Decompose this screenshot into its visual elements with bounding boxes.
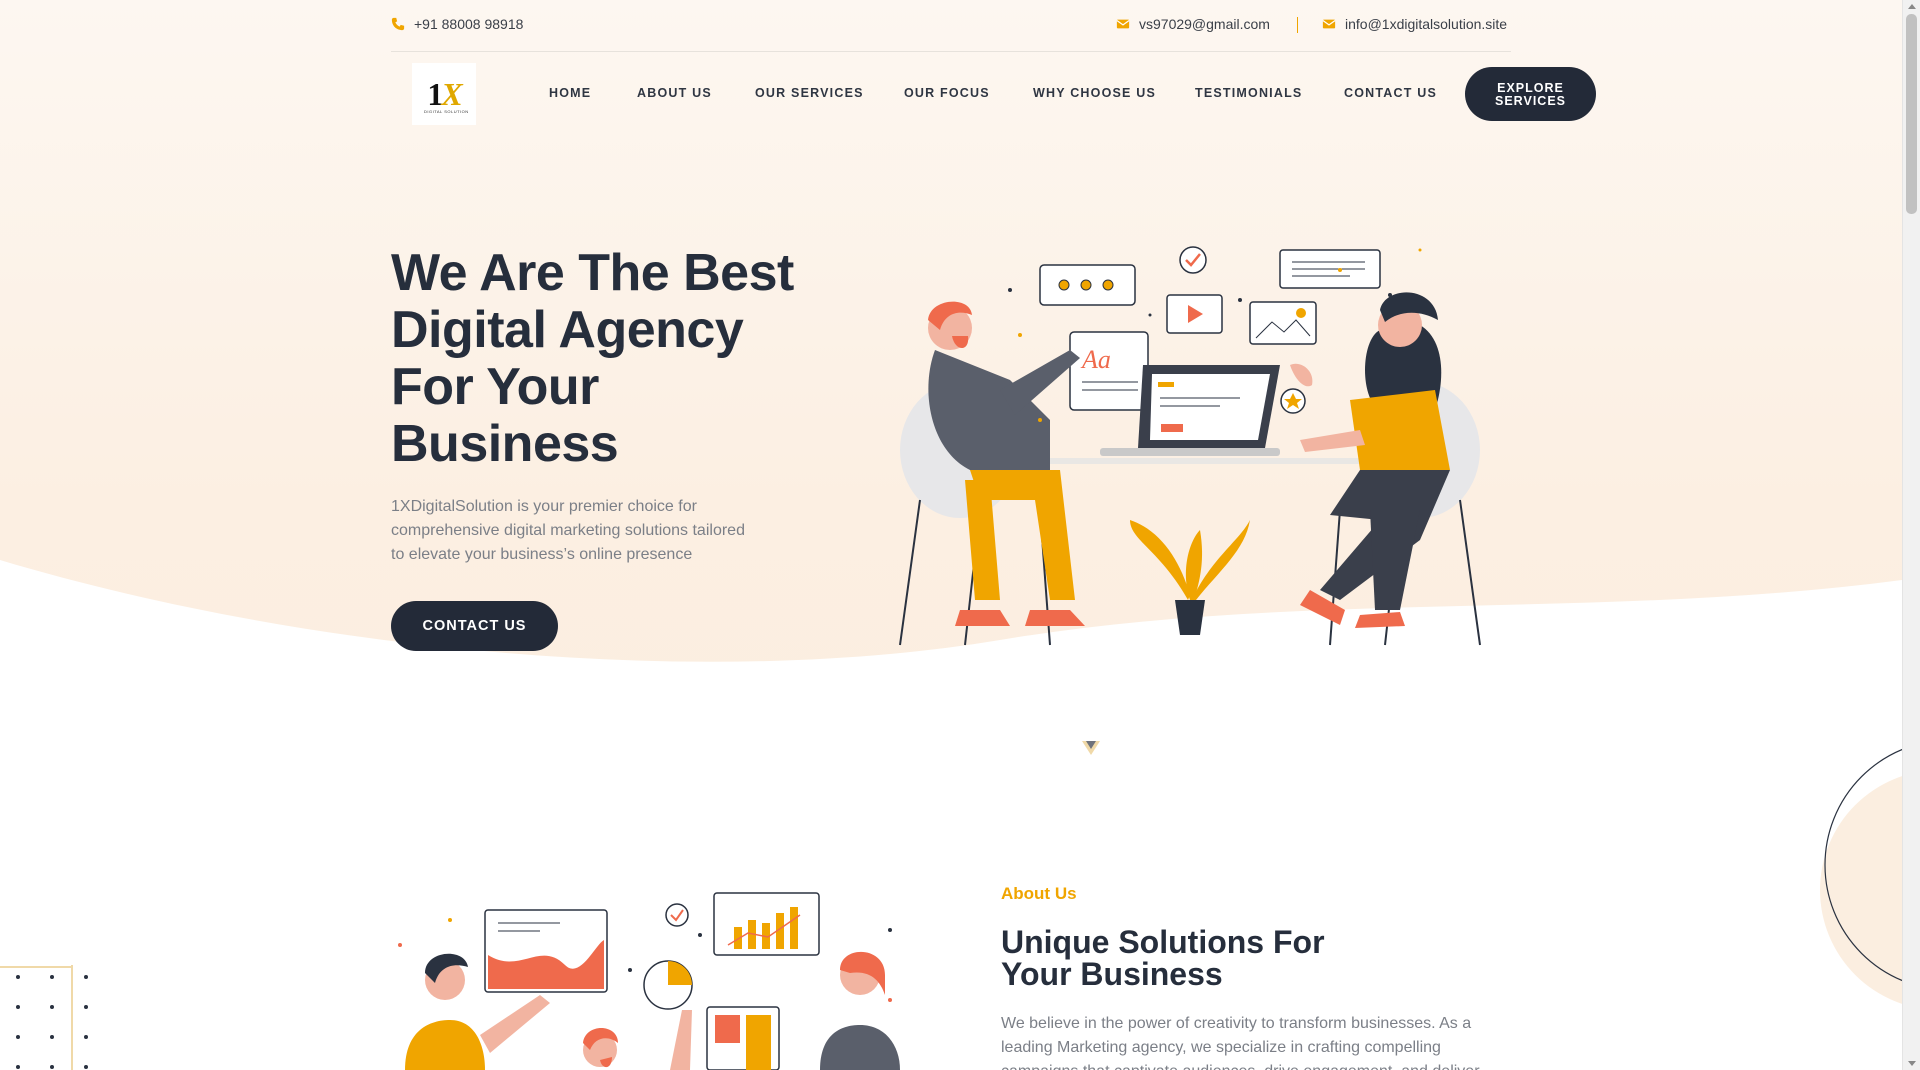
chevron-down-icon[interactable] [1080,739,1102,757]
mail-icon [1322,19,1336,29]
about-illustration [398,892,900,1070]
email-address-1: vs97029@gmail.com [1139,16,1270,32]
svg-text:Aa: Aa [1080,345,1111,374]
hero-title: We Are The Best Digital Agency For Your … [391,245,851,473]
mail-icon [1116,19,1130,29]
email-contact-2[interactable]: info@1xdigitalsolution.site [1322,16,1507,32]
explore-services-label-2: SERVICES [1495,94,1566,108]
logo-mark-accent: X [441,75,462,112]
top-bar: +91 88008 98918 vs97029@gmail.com info@1… [391,0,1511,52]
phone-icon [391,17,405,31]
hero-title-line: For Your [391,358,599,416]
scroll-up-arrow-icon[interactable] [1908,4,1916,9]
decorative-dot-grid [0,965,88,1070]
hero-title-line: Digital Agency [391,301,744,359]
page-scrollbar[interactable] [1902,0,1920,1070]
hero-description: 1XDigitalSolution is your premier choice… [391,498,745,563]
email-address-2: info@1xdigitalsolution.site [1345,16,1508,32]
phone-number: +91 88008 98918 [414,16,524,32]
scrollbar-thumb[interactable] [1906,14,1917,214]
hero-title-line: Business [391,415,619,473]
email-contact-1[interactable]: vs97029@gmail.com [1116,16,1270,32]
topbar-divider [1297,17,1298,33]
about-title-line: Your Business [1001,956,1223,992]
nav-our-focus[interactable]: OUR FOCUS [904,86,990,100]
logo-tagline: DIGITAL SOLUTION [424,109,469,114]
scroll-down-arrow-icon[interactable] [1908,1061,1916,1066]
hero-illustration: Aa [899,246,1481,646]
about-title: Unique Solutions For Your Business [1001,926,1401,990]
nav-about-us[interactable]: ABOUT US [637,86,712,100]
nav-our-services[interactable]: OUR SERVICES [755,86,864,100]
page: +91 88008 98918 vs97029@gmail.com info@1… [0,0,1902,1070]
about-kicker: About Us [1001,884,1077,903]
nav-why-choose-us[interactable]: WHY CHOOSE US [1033,86,1156,100]
site-logo[interactable]: 1X DIGITAL SOLUTION [412,63,476,125]
explore-services-button[interactable]: EXPLORE SERVICES [1465,67,1596,121]
hero-title-line: We Are The Best [391,244,794,302]
about-description: We believe in the power of creativity to… [1001,1015,1480,1070]
nav-contact-us[interactable]: CONTACT US [1344,86,1437,100]
nav-testimonials[interactable]: TESTIMONIALS [1195,86,1302,100]
nav-home[interactable]: HOME [549,86,591,100]
phone-contact[interactable]: +91 88008 98918 [391,16,523,32]
about-title-line: Unique Solutions For [1001,924,1325,960]
decorative-circle [1820,748,1902,1004]
logo-mark: 1 [427,75,443,112]
hero-contact-button[interactable]: CONTACT US [391,601,558,651]
